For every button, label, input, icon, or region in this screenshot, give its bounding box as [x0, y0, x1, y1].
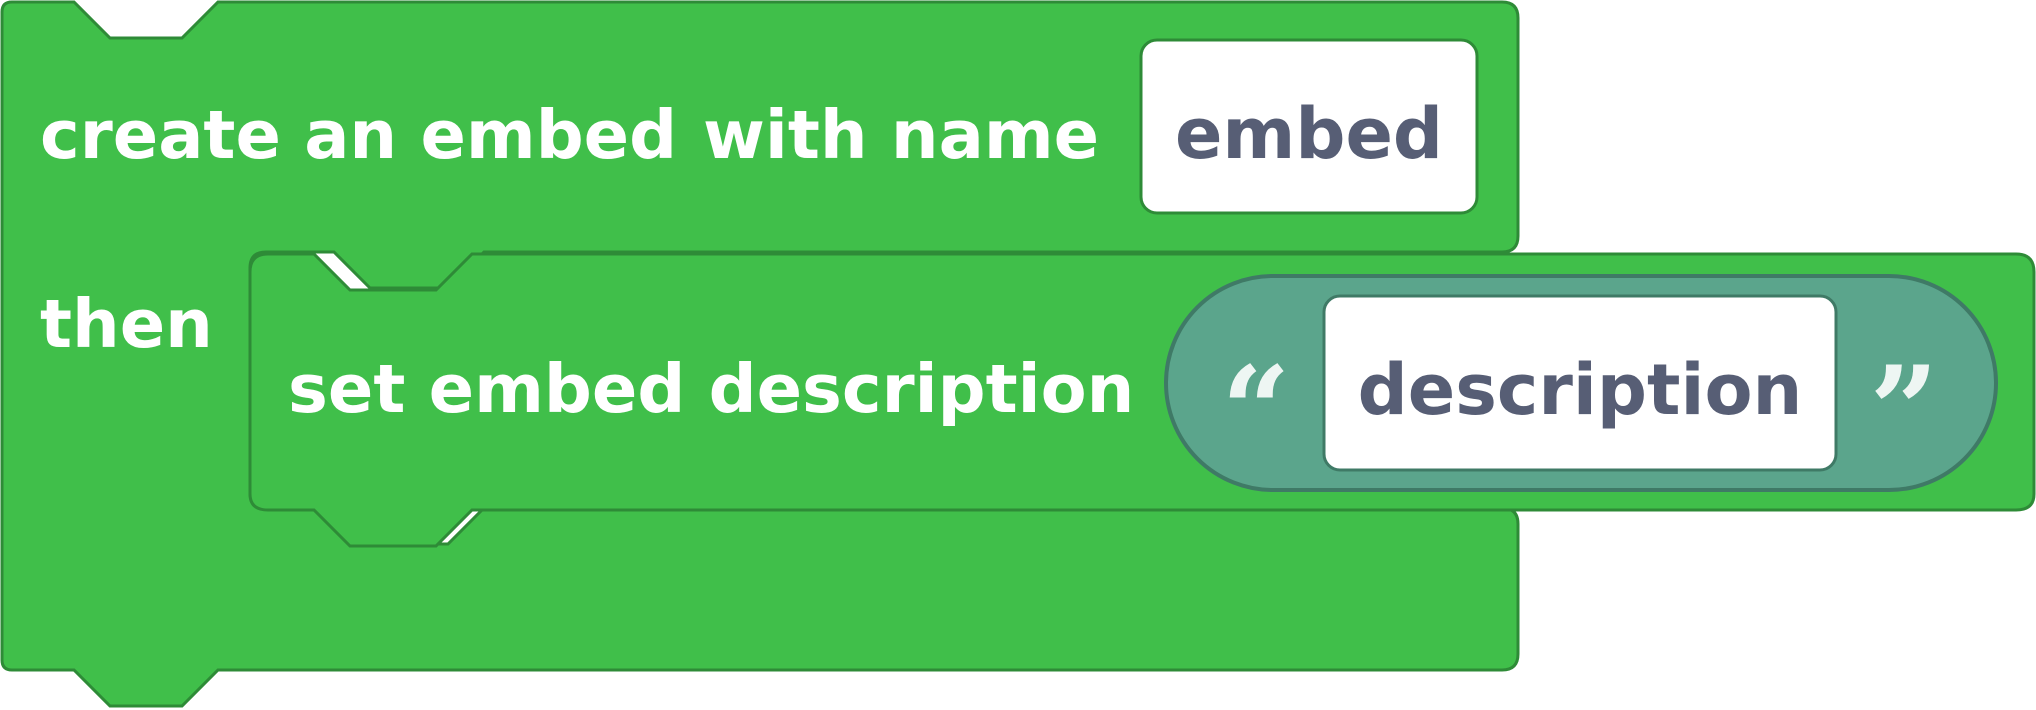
description-field-value[interactable]: description — [1358, 349, 1803, 431]
blocks-workspace: create an embed with name embed then set… — [0, 0, 2036, 710]
text-reporter[interactable]: “ description ” — [1164, 274, 1998, 492]
with-name-label: with name — [703, 96, 1099, 174]
set-embed-description-block[interactable]: set embed description “ description ” — [248, 252, 2036, 548]
embed-name-field-value[interactable]: embed — [1175, 93, 1443, 175]
open-quote-icon: “ — [1221, 340, 1290, 481]
close-quote-icon: ” — [1869, 340, 1938, 481]
embed-name-field[interactable]: embed — [1139, 38, 1479, 215]
then-label: then — [40, 285, 213, 363]
create-embed-label: create an embed — [40, 96, 677, 174]
set-embed-description-label: set embed description — [288, 350, 1134, 428]
